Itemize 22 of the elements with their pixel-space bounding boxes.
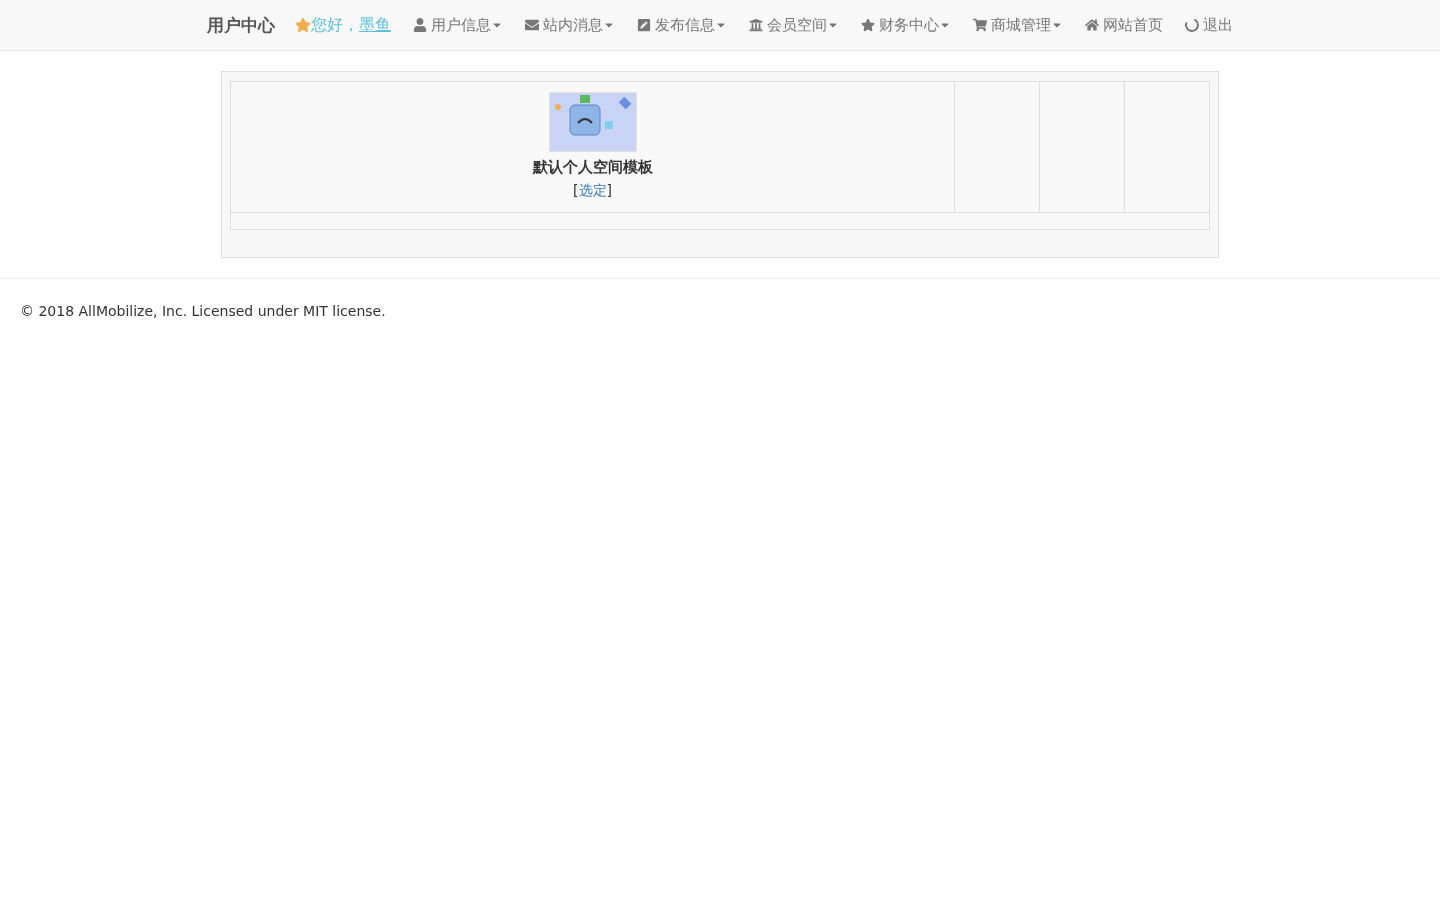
select-link[interactable]: 选定 bbox=[578, 182, 607, 198]
template-title: 默认个人空间模板 bbox=[532, 158, 653, 177]
nav-link[interactable]: 财务中心 bbox=[861, 15, 951, 35]
nav-icon bbox=[973, 18, 987, 32]
nav-link[interactable]: 商城管理 bbox=[973, 15, 1063, 35]
nav-link[interactable]: 退出 bbox=[1185, 15, 1233, 35]
nav-link[interactable]: 网站首页 bbox=[1085, 15, 1163, 35]
nav-icon bbox=[413, 18, 427, 32]
nav-icon bbox=[861, 18, 875, 32]
nav-icon bbox=[525, 18, 539, 32]
select-text: [选定] bbox=[573, 182, 612, 200]
nav-icon bbox=[637, 18, 651, 32]
nav-icon bbox=[749, 18, 763, 32]
nav-link[interactable]: 站内消息 bbox=[525, 15, 615, 35]
nav-link[interactable]: 会员空间 bbox=[749, 15, 839, 35]
star-icon bbox=[295, 17, 311, 33]
nav-link[interactable]: 用户信息 bbox=[413, 15, 503, 35]
greeting-text: 您好， bbox=[311, 14, 359, 36]
copyright-text: © 2018 AllMobilize, Inc. Licensed under MIT license. bbox=[20, 303, 386, 319]
brand-title[interactable]: 用户中心 bbox=[207, 13, 275, 37]
nav-link[interactable]: 发布信息 bbox=[637, 15, 727, 35]
nav-icon bbox=[1085, 18, 1099, 32]
